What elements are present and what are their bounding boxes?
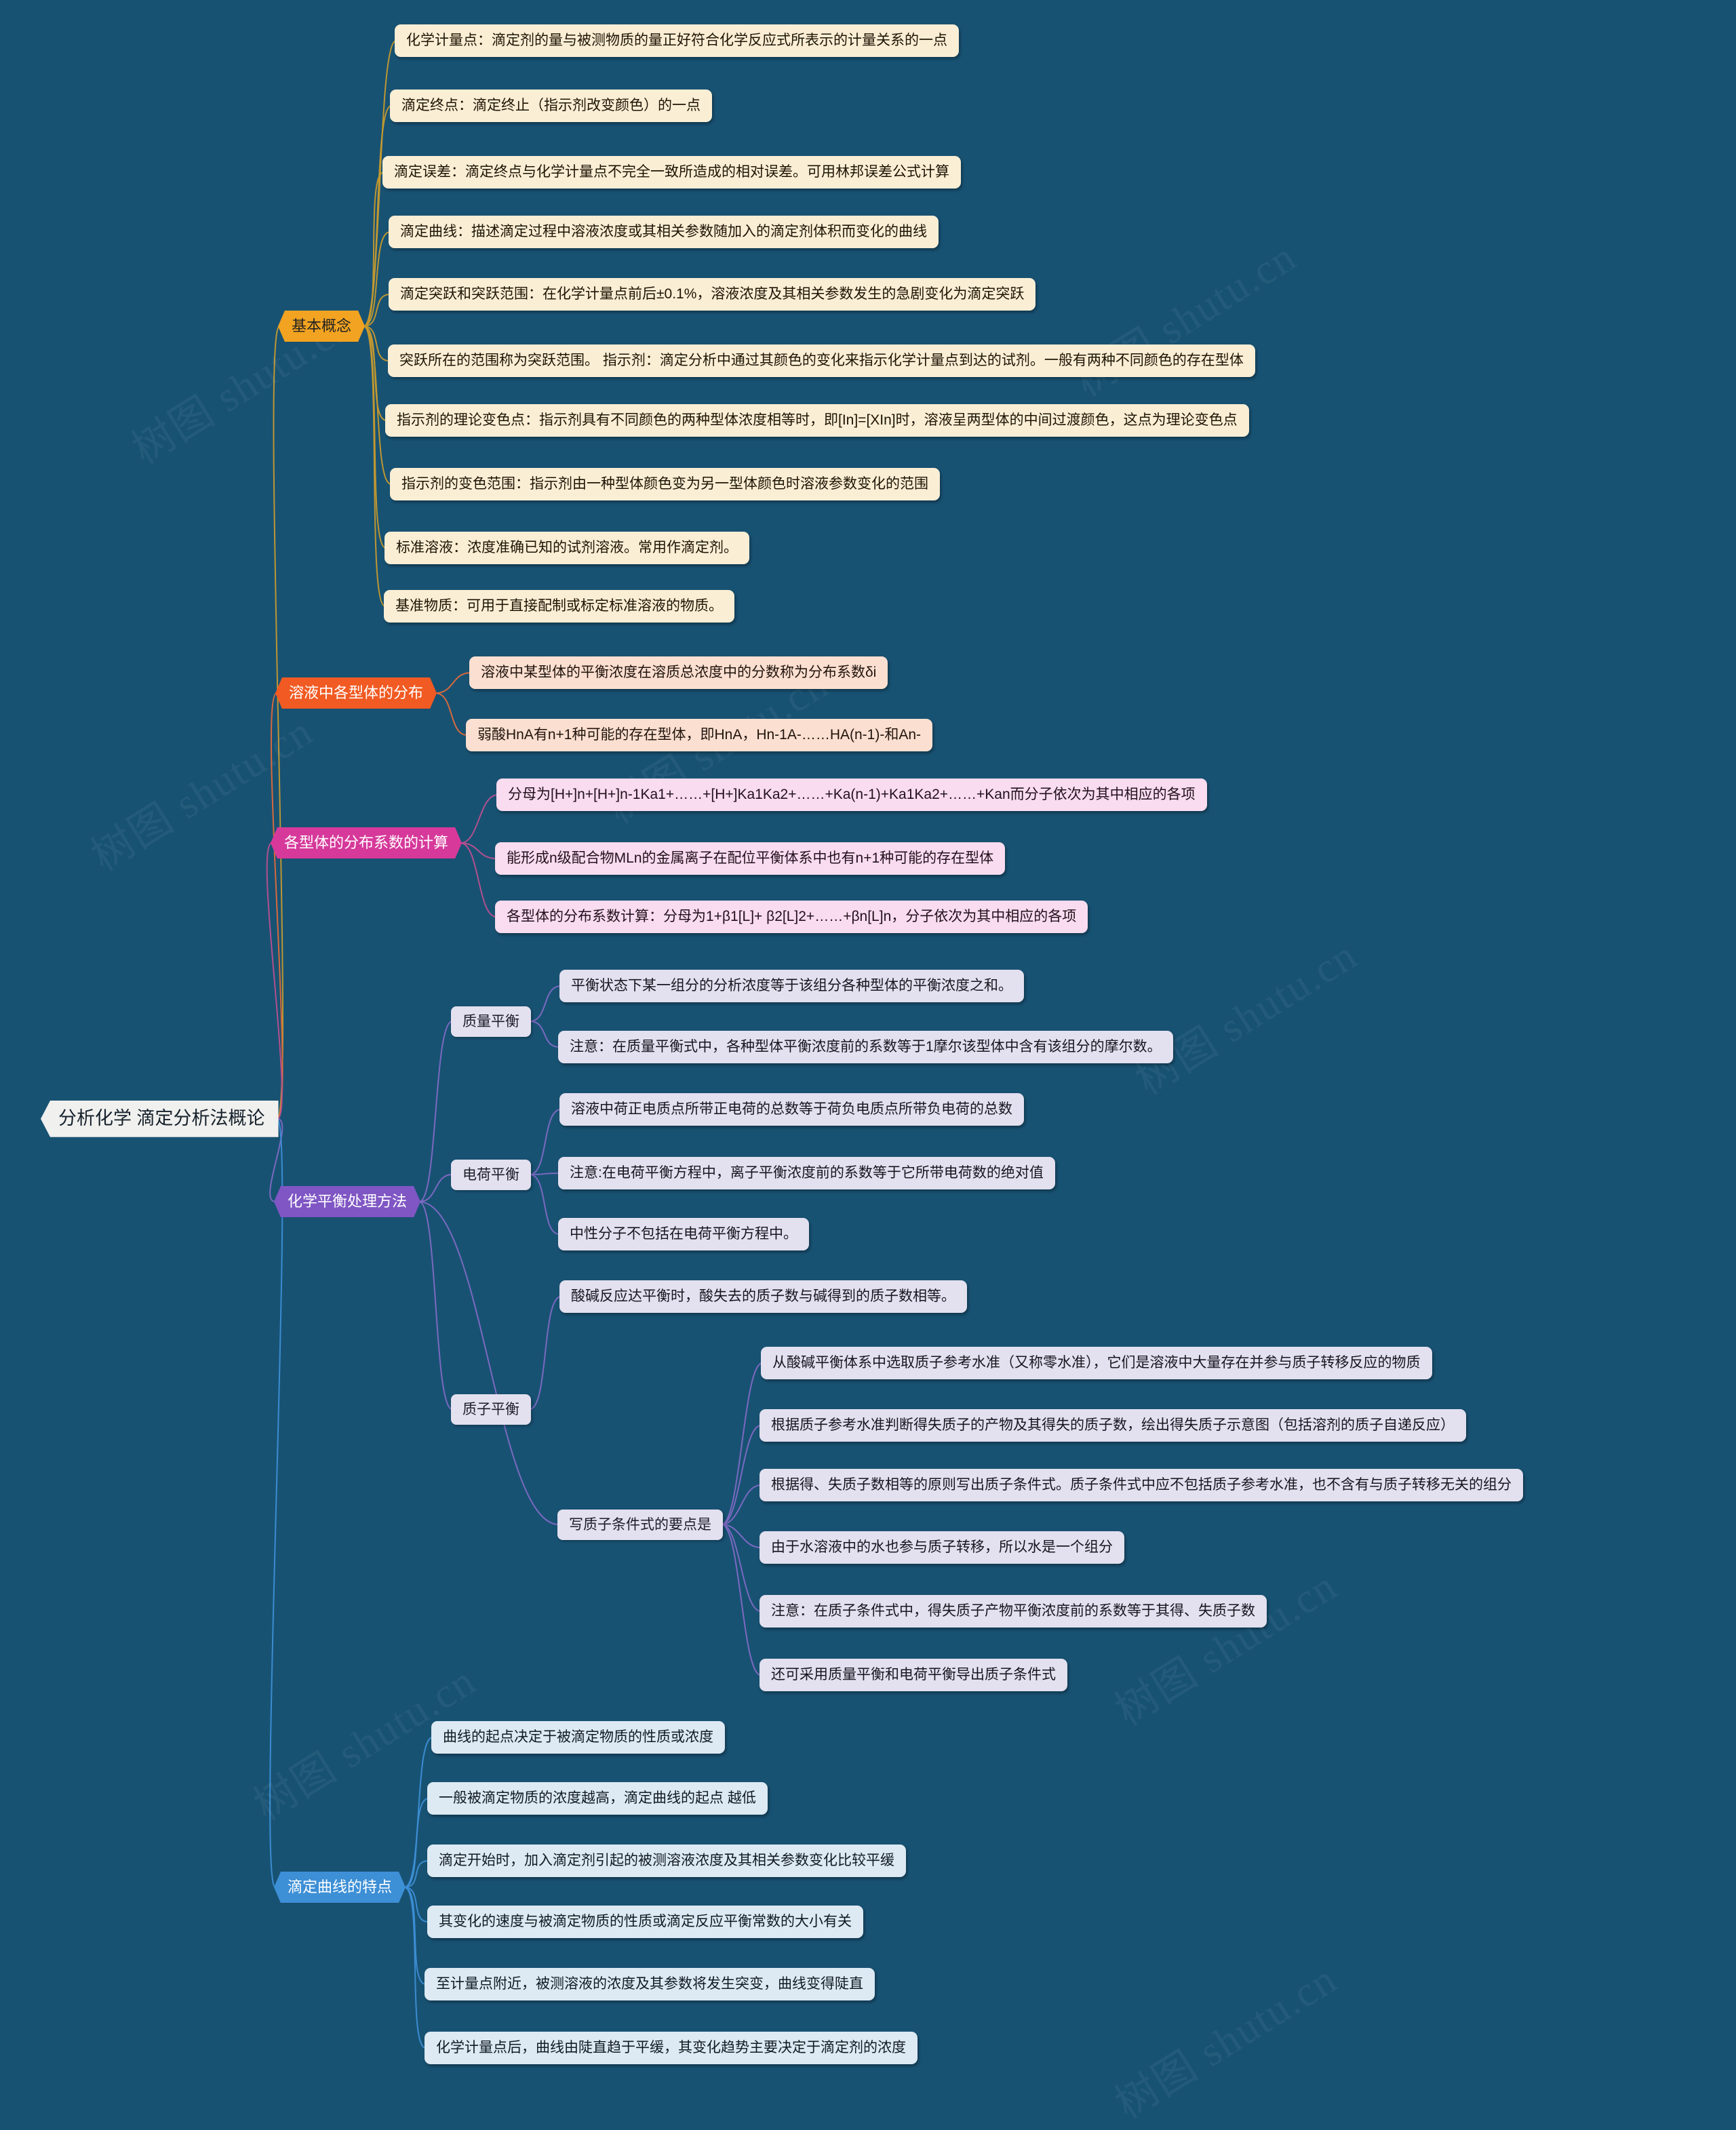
subbranch-node-3-1[interactable]: 电荷平衡 <box>451 1159 531 1190</box>
leaf-node-2-1[interactable]: 能形成n级配合物MLn的金属离子在配位平衡体系中也有n+1种可能的存在型体 <box>495 842 1006 875</box>
leaf-node-0-0[interactable]: 化学计量点：滴定剂的量与被测物质的量正好符合化学反应式所表示的计量关系的一点 <box>395 24 959 58</box>
leaf-node-3-1-2[interactable]: 中性分子不包括在电荷平衡方程中。 <box>558 1218 809 1251</box>
watermark: 树图 shutu.cn <box>1067 233 1305 406</box>
subbranch-node-3-3[interactable]: 写质子条件式的要点是 <box>557 1509 723 1540</box>
leaf-node-3-3-1[interactable]: 根据质子参考水准判断得失质子的产物及其得失的质子数，绘出得失质子示意图（包括溶剂… <box>760 1409 1466 1442</box>
branch-node-0[interactable]: 基本概念 <box>278 311 365 342</box>
leaf-node-3-0-0[interactable]: 平衡状态下某一组分的分析浓度等于该组分各种型体的平衡浓度之和。 <box>559 970 1024 1003</box>
leaf-node-4-3[interactable]: 其变化的速度与被滴定物质的性质或滴定反应平衡常数的大小有关 <box>427 1906 863 1939</box>
leaf-node-3-3-0[interactable]: 从酸碱平衡体系中选取质子参考水准（又称零水准），它们是溶液中大量存在并参与质子转… <box>761 1347 1432 1380</box>
leaf-node-3-1-1[interactable]: 注意:在电荷平衡方程中，离子平衡浓度前的系数等于它所带电荷数的绝对值 <box>558 1157 1055 1190</box>
leaf-node-0-6[interactable]: 指示剂的理论变色点：指示剂具有不同颜色的两种型体浓度相等时，即[In]=[XIn… <box>385 404 1249 437</box>
leaf-node-0-5[interactable]: 突跃所在的范围称为突跃范围。 指示剂：滴定分析中通过其颜色的变化来指示化学计量点… <box>388 344 1255 378</box>
leaf-node-0-7[interactable]: 指示剂的变色范围：指示剂由一种型体颜色变为另一型体颜色时溶液参数变化的范围 <box>390 468 940 501</box>
leaf-node-4-1[interactable]: 一般被滴定物质的浓度越高，滴定曲线的起点 越低 <box>427 1782 768 1815</box>
mindmap-canvas: 树图 shutu.cn 树图 shutu.cn 树图 shutu.cn 树图 shut… <box>0 0 1736 2128</box>
watermark: 树图 shutu.cn <box>1128 932 1366 1104</box>
branch-node-1[interactable]: 溶液中各型体的分布 <box>275 677 437 709</box>
leaf-node-3-3-3[interactable]: 由于水溶液中的水也参与质子转移，所以水是一个组分 <box>760 1531 1124 1564</box>
leaf-node-1-1[interactable]: 弱酸HnA有n+1种可能的存在型体，即HnA，Hn-1A-……HA(n-1)-和… <box>466 719 933 752</box>
branch-node-4[interactable]: 滴定曲线的特点 <box>274 1872 406 1903</box>
leaf-node-2-0[interactable]: 分母为[H+]n+[H+]n-1Ka1+……+[H+]Ka1Ka2+……+Ka(… <box>496 778 1207 812</box>
leaf-node-0-4[interactable]: 滴定突跃和突跃范围：在化学计量点前后±0.1%，溶液浓度及其相关参数发生的急剧变… <box>389 278 1036 311</box>
leaf-node-3-0-1[interactable]: 注意：在质量平衡式中，各种型体平衡浓度前的系数等于1摩尔该型体中含有该组分的摩尔… <box>558 1031 1173 1064</box>
leaf-node-3-3-2[interactable]: 根据得、失质子数相等的原则写出质子条件式。质子条件式中应不包括质子参考水准，也不… <box>760 1469 1523 1502</box>
leaf-node-2-2[interactable]: 各型体的分布系数计算：分母为1+β1[L]+ β2[L]2+……+βn[L]n，… <box>495 901 1088 934</box>
leaf-node-3-2-0[interactable]: 酸碱反应达平衡时，酸失去的质子数与碱得到的质子数相等。 <box>559 1280 967 1314</box>
leaf-node-0-3[interactable]: 滴定曲线：描述滴定过程中溶液浓度或其相关参数随加入的滴定剂体积而变化的曲线 <box>389 216 939 249</box>
leaf-node-3-3-4[interactable]: 注意：在质子条件式中，得失质子产物平衡浓度前的系数等于其得、失质子数 <box>760 1595 1267 1628</box>
subbranch-node-3-2[interactable]: 质子平衡 <box>451 1394 531 1425</box>
branch-node-3[interactable]: 化学平衡处理方法 <box>274 1186 420 1217</box>
leaf-node-4-0[interactable]: 曲线的起点决定于被滴定物质的性质或浓度 <box>431 1721 725 1754</box>
watermark: 树图 shutu.cn <box>1107 1956 1345 2128</box>
watermark: 树图 shutu.cn <box>1107 1562 1345 1735</box>
leaf-node-0-8[interactable]: 标准溶液：浓度准确已知的试剂溶液。常用作滴定剂。 <box>384 532 749 565</box>
leaf-node-0-1[interactable]: 滴定终点：滴定终止（指示剂改变颜色）的一点 <box>390 90 712 123</box>
leaf-node-4-5[interactable]: 化学计量点后，曲线由陡直趋于平缓，其变化趋势主要决定于滴定剂的浓度 <box>425 2032 918 2065</box>
leaf-node-0-9[interactable]: 基准物质：可用于直接配制或标定标准溶液的物质。 <box>384 590 734 623</box>
leaf-node-3-3-5[interactable]: 还可采用质量平衡和电荷平衡导出质子条件式 <box>760 1659 1067 1692</box>
branch-node-2[interactable]: 各型体的分布系数的计算 <box>271 827 462 859</box>
subbranch-node-3-0[interactable]: 质量平衡 <box>451 1006 531 1037</box>
leaf-node-3-1-0[interactable]: 溶液中荷正电质点所带正电荷的总数等于荷负电质点所带负电荷的总数 <box>559 1093 1024 1126</box>
root-node[interactable]: 分析化学 滴定分析法概论 <box>41 1101 279 1137</box>
leaf-node-1-0[interactable]: 溶液中某型体的平衡浓度在溶质总浓度中的分数称为分布系数δi <box>469 656 888 690</box>
leaf-node-4-4[interactable]: 至计量点附近，被测溶液的浓度及其参数将发生突变，曲线变得陡直 <box>425 1968 875 2001</box>
leaf-node-4-2[interactable]: 滴定开始时，加入滴定剂引起的被测溶液浓度及其相关参数变化比较平缓 <box>427 1845 906 1878</box>
leaf-node-0-2[interactable]: 滴定误差：滴定终点与化学计量点不完全一致所造成的相对误差。可用林邦误差公式计算 <box>382 156 961 189</box>
